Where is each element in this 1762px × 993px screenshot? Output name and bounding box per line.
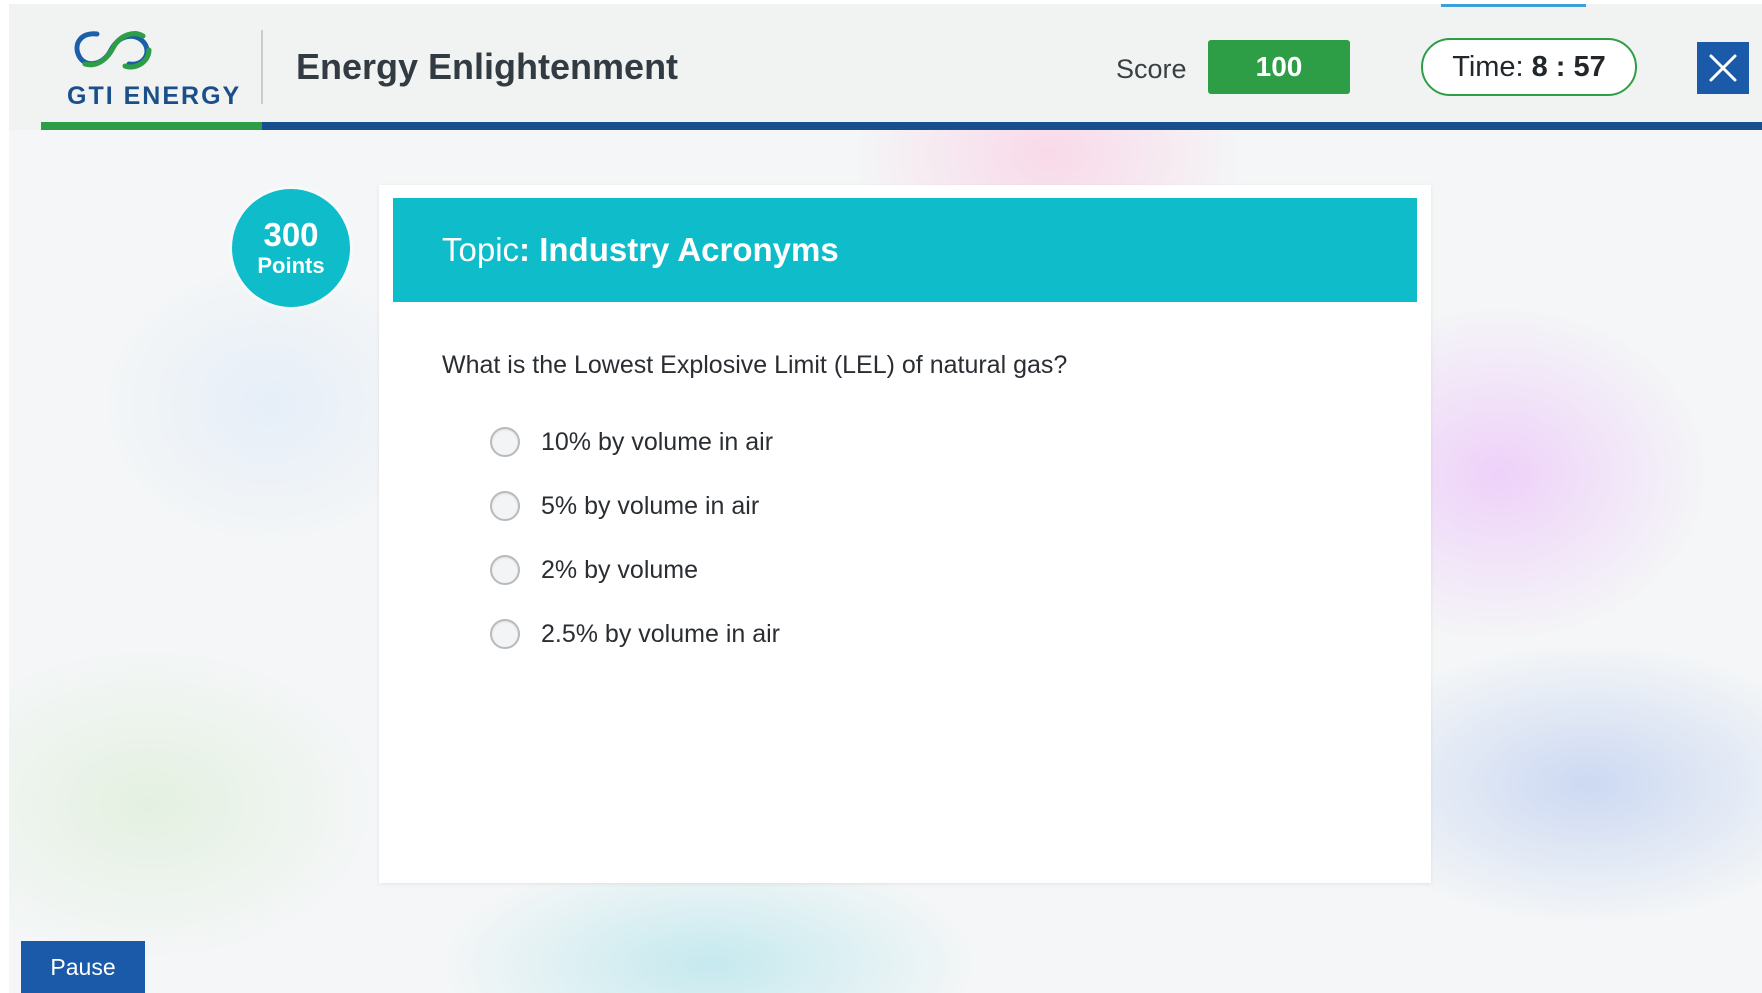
close-icon [1709,54,1737,82]
topic-name: : Industry Acronyms [519,231,839,268]
score-value: 100 [1208,40,1350,94]
radio-button[interactable] [490,619,520,649]
timer: Time: 8 : 57 [1421,38,1637,96]
header: GTI ENERGY Energy Enlightenment Score 10… [9,4,1762,130]
radio-button[interactable] [490,491,520,521]
answer-option[interactable]: 5% by volume in air [490,474,780,538]
topic-label: Topic [442,231,520,268]
header-divider [261,30,263,104]
app-title: Energy Enlightenment [296,46,679,87]
score-label: Score [1116,54,1187,84]
radio-button[interactable] [490,555,520,585]
option-label: 2% by volume [541,555,699,584]
close-button[interactable] [1697,42,1749,94]
option-label: 5% by volume in air [541,491,760,520]
question-card: Topic: Industry Acronyms What is the Low… [379,185,1431,883]
timer-value: 8 : 57 [1531,50,1606,83]
option-label: 2.5% by volume in air [541,619,781,648]
timer-label: Time: [1452,50,1524,83]
topic-bar: Topic: Industry Acronyms [393,198,1417,302]
option-label: 10% by volume in air [541,427,774,456]
points-value: 300 [263,216,319,253]
points-badge: 300 Points [232,189,350,307]
gti-logo-icon [74,31,152,70]
header-underline-green [41,122,262,130]
answer-option[interactable]: 10% by volume in air [490,410,780,474]
answer-option[interactable]: 2% by volume [490,538,780,602]
logo-text: GTI ENERGY [67,82,242,110]
gti-logo: GTI ENERGY [63,24,253,114]
top-accent-line [1441,4,1586,7]
app-window: GTI ENERGY Energy Enlightenment Score 10… [9,4,1762,993]
answer-options: 10% by volume in air 5% by volume in air… [490,410,780,666]
answer-option[interactable]: 2.5% by volume in air [490,602,780,666]
question-text: What is the Lowest Explosive Limit (LEL)… [442,351,1068,379]
header-underline-blue [262,122,1762,130]
radio-button[interactable] [490,427,520,457]
pause-button[interactable]: Pause [21,941,145,993]
points-label: Points [257,253,325,278]
